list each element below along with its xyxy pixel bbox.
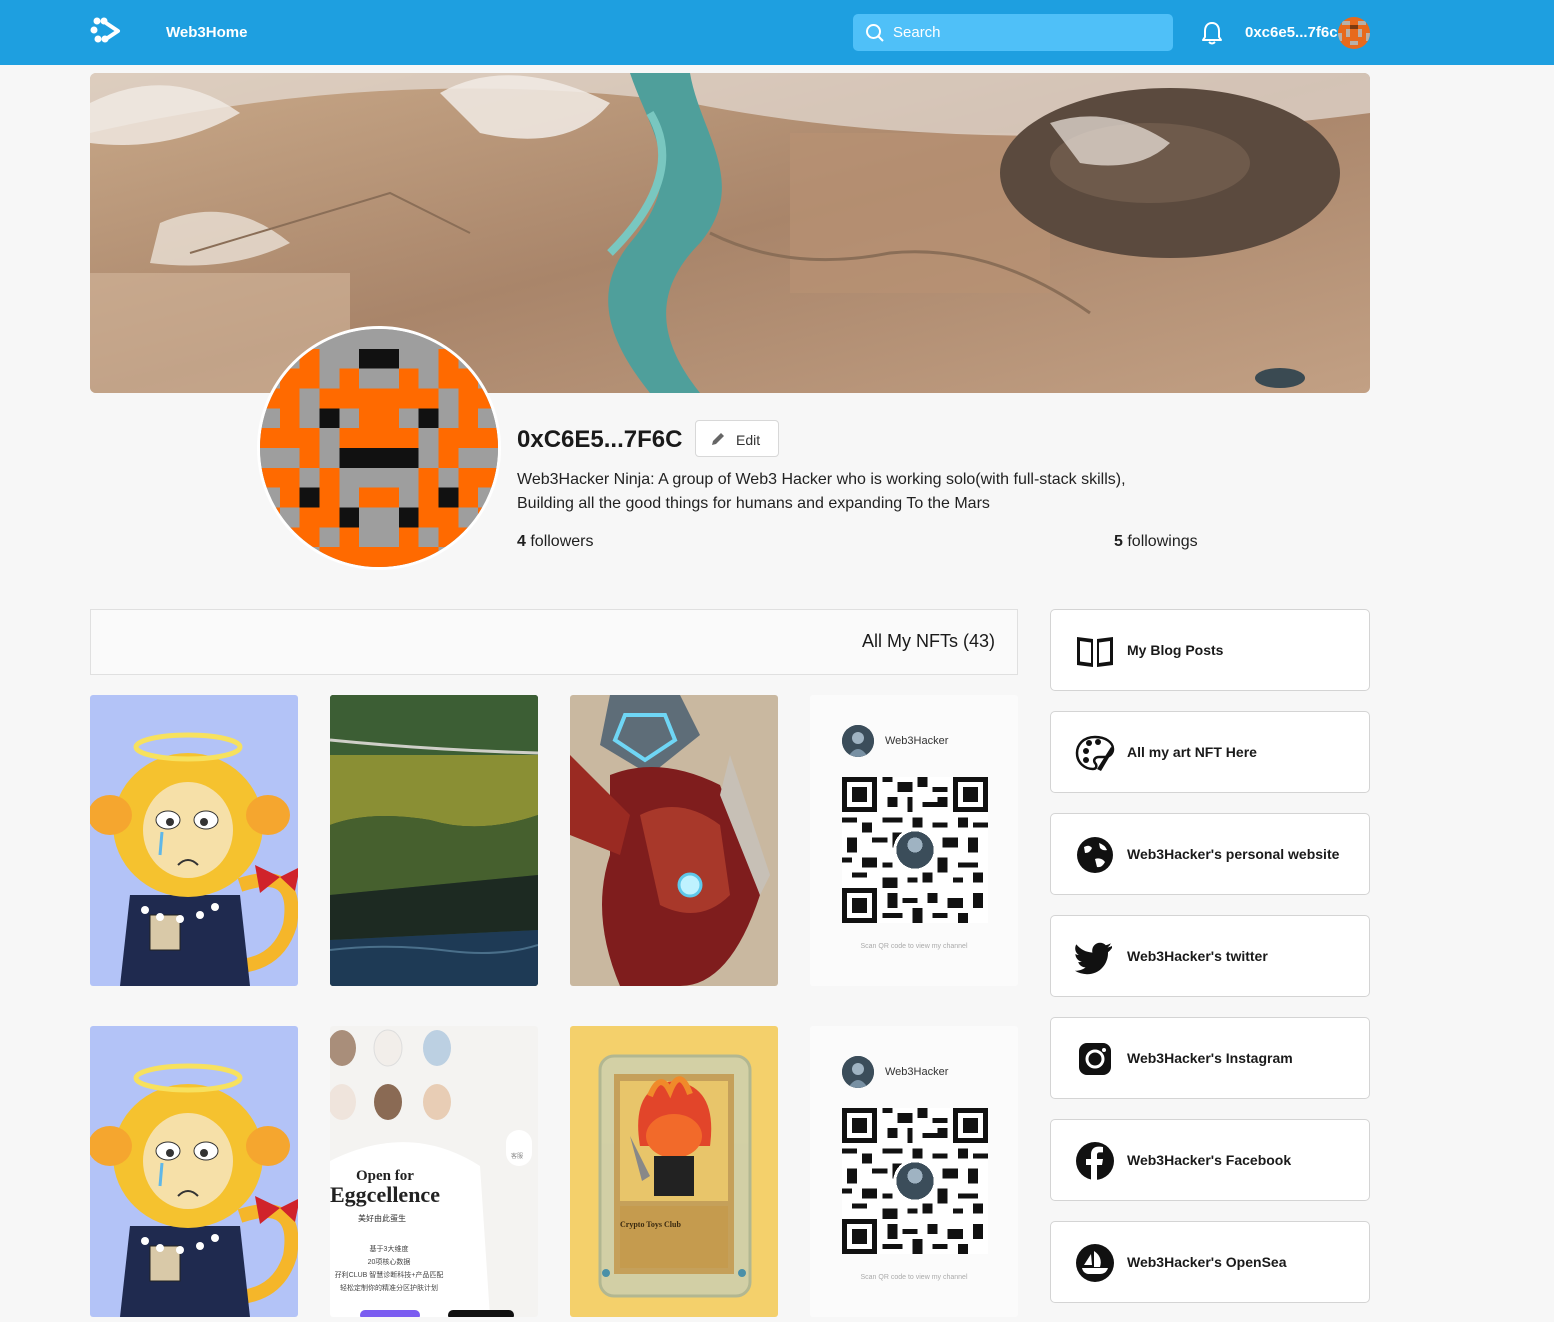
search-icon bbox=[866, 24, 884, 42]
followings-count: 5 bbox=[1114, 533, 1123, 550]
qr-code-image bbox=[842, 1108, 988, 1254]
brand-name[interactable]: Web3Home bbox=[166, 24, 247, 41]
nft-card-coastal-landscape[interactable] bbox=[330, 695, 538, 986]
egg-line: 基于3大维度 bbox=[369, 1246, 409, 1253]
egg-line: 孖利CLUB 智慧诊断科技+产品匹配 bbox=[334, 1272, 444, 1279]
link-label: Web3Hacker's twitter bbox=[1127, 948, 1268, 964]
qr-caption: Scan QR code to view my channel bbox=[860, 1274, 968, 1281]
egg-line: 轻松定制你的精准分区护肤计划 bbox=[340, 1285, 438, 1292]
toy-card-title: Crypto Toys Club bbox=[620, 1220, 681, 1229]
nft-card-qr-channel[interactable]: Web3Hacker Scan QR code to view my chann… bbox=[810, 695, 1018, 986]
nft-card-crypto-toys-club[interactable]: Crypto Toys Club bbox=[570, 1026, 778, 1317]
followers-count: 4 bbox=[517, 533, 526, 550]
bio-line: Web3Hacker Ninja: A group of Web3 Hacker… bbox=[517, 471, 1126, 488]
profile-banner-image bbox=[90, 73, 1370, 393]
top-nav-bar: Web3Home 0xc6e5...7f6c bbox=[0, 0, 1554, 65]
profile-bio: Web3Hacker Ninja: A group of Web3 Hacker… bbox=[517, 468, 1237, 516]
egg-service-label[interactable]: 客服 bbox=[511, 1151, 523, 1160]
edit-profile-button[interactable]: Edit bbox=[695, 420, 779, 457]
wallet-address[interactable]: 0xc6e5...7f6c bbox=[1245, 24, 1338, 41]
web3hacker-avatar bbox=[842, 1056, 874, 1088]
link-card-opensea[interactable]: Web3Hacker's OpenSea bbox=[1050, 1221, 1370, 1303]
egg-description: 基于3大维度 20项核心数据 孖利CLUB 智慧诊断科技+产品匹配 轻松定制你的… bbox=[330, 1243, 448, 1295]
profile-name: 0xC6E5...7F6C bbox=[517, 426, 683, 453]
globe-icon bbox=[1077, 837, 1113, 873]
link-label: All my art NFT Here bbox=[1127, 744, 1257, 760]
nft-card-eggcellence[interactable]: Open for Eggcellence 美好由此蛋生 基于3大维度 20项核心… bbox=[330, 1026, 538, 1317]
profile-identicon-avatar bbox=[257, 326, 501, 570]
search-input[interactable] bbox=[893, 14, 1163, 51]
twitter-icon bbox=[1075, 942, 1112, 975]
egg-subtitle: 美好由此蛋生 bbox=[358, 1214, 406, 1223]
link-card-twitter[interactable]: Web3Hacker's twitter bbox=[1050, 915, 1370, 997]
facebook-icon bbox=[1076, 1142, 1114, 1180]
instagram-icon bbox=[1079, 1043, 1111, 1075]
web3hacker-avatar bbox=[842, 725, 874, 757]
qr-caption: Scan QR code to view my channel bbox=[860, 943, 968, 950]
link-card-blog-posts[interactable]: My Blog Posts bbox=[1050, 609, 1370, 691]
link-card-art-nft[interactable]: All my art NFT Here bbox=[1050, 711, 1370, 793]
nft-card-qr-channel-2[interactable]: Web3Hacker Scan QR code to view my chann… bbox=[810, 1026, 1018, 1317]
link-label: Web3Hacker's Facebook bbox=[1127, 1152, 1292, 1168]
qr-code-image bbox=[842, 777, 988, 923]
palette-icon bbox=[1075, 735, 1115, 771]
pencil-icon bbox=[712, 433, 724, 445]
notification-bell-icon[interactable] bbox=[1200, 20, 1224, 46]
link-label: Web3Hacker's Instagram bbox=[1127, 1050, 1293, 1066]
nft-card-iron-man[interactable] bbox=[570, 695, 778, 986]
followers-label: followers bbox=[525, 533, 594, 550]
link-card-personal-website[interactable]: Web3Hacker's personal website bbox=[1050, 813, 1370, 895]
nft-card-angel-monkey-2[interactable] bbox=[90, 1026, 298, 1317]
link-label: Web3Hacker's personal website bbox=[1127, 846, 1340, 862]
book-icon bbox=[1077, 637, 1113, 667]
link-card-facebook[interactable]: Web3Hacker's Facebook bbox=[1050, 1119, 1370, 1201]
link-card-instagram[interactable]: Web3Hacker's Instagram bbox=[1050, 1017, 1370, 1099]
nft-card-angel-monkey[interactable] bbox=[90, 695, 298, 986]
followers-link[interactable]: 4 followers bbox=[517, 533, 593, 551]
opensea-icon bbox=[1076, 1244, 1114, 1282]
nft-section-title[interactable]: All My NFTs (43) bbox=[862, 631, 995, 652]
qr-username: Web3Hacker bbox=[885, 735, 949, 747]
link-label: Web3Hacker's OpenSea bbox=[1127, 1254, 1287, 1270]
web3home-logo-icon[interactable] bbox=[88, 14, 124, 50]
search-box[interactable] bbox=[853, 14, 1173, 51]
edit-button-label: Edit bbox=[736, 432, 761, 448]
user-avatar[interactable] bbox=[1338, 17, 1370, 49]
qr-username: Web3Hacker bbox=[885, 1066, 949, 1078]
link-label: My Blog Posts bbox=[1127, 642, 1224, 658]
bio-line: Building all the good things for humans … bbox=[517, 495, 990, 512]
followings-link[interactable]: 5 followings bbox=[1114, 533, 1198, 551]
followings-label: followings bbox=[1122, 533, 1198, 550]
egg-line: 20项核心数据 bbox=[367, 1259, 411, 1266]
egg-title-2: Eggcellence bbox=[330, 1182, 440, 1207]
nft-section-header: All My NFTs (43) bbox=[90, 609, 1018, 675]
